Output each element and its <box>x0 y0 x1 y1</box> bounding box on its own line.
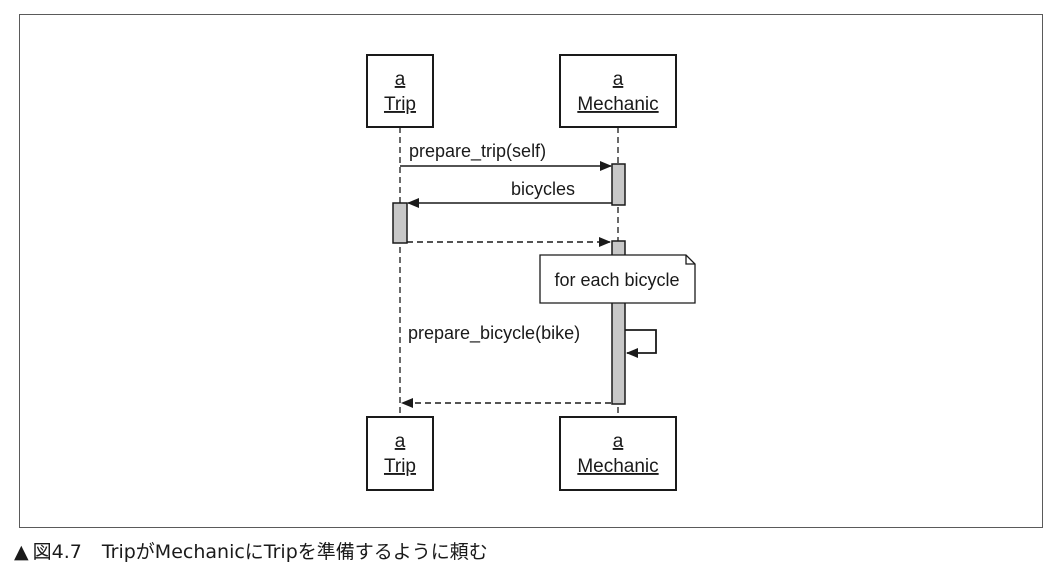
mechanic-object-bottom: a Mechanic <box>559 416 677 491</box>
mechanic-object-top-line1: a <box>613 69 624 90</box>
mechanic-object-bottom-line1: a <box>613 431 624 452</box>
sequence-diagram: a Trip a Mechanic prepare_trip(self) bic… <box>366 54 696 491</box>
trip-object-bottom-line1: a <box>395 431 406 452</box>
mechanic-object-bottom-line2: Mechanic <box>577 456 658 477</box>
trip-activation <box>392 202 408 244</box>
bicycles-label: bicycles <box>511 179 575 199</box>
prepare-trip-label: prepare_trip(self) <box>409 141 546 162</box>
mechanic-object-top: a Mechanic <box>559 54 677 128</box>
trip-object-top: a Trip <box>366 54 434 128</box>
trip-object-top-line1: a <box>395 69 406 90</box>
trip-object-top-line2: Trip <box>384 94 416 115</box>
note-text: for each bicycle <box>554 270 679 290</box>
mechanic-activation-1 <box>611 163 626 206</box>
trip-object-bottom-line2: Trip <box>384 456 416 477</box>
for-each-bicycle-note: for each bicycle <box>539 254 696 304</box>
figure-number: 図4.7 <box>32 541 82 563</box>
caption-text: TripがMechanicにTripを準備するように頼む <box>101 541 488 563</box>
triangle-marker-icon: ▲ <box>14 541 29 563</box>
trip-object-bottom: a Trip <box>366 416 434 491</box>
figure-caption: ▲ 図4.7 TripがMechanicにTripを準備するように頼む <box>14 537 488 564</box>
prepare-bicycle-self-arrow <box>625 329 657 358</box>
mechanic-object-top-line2: Mechanic <box>577 94 658 115</box>
prepare-bicycle-label: prepare_bicycle(bike) <box>408 323 580 344</box>
